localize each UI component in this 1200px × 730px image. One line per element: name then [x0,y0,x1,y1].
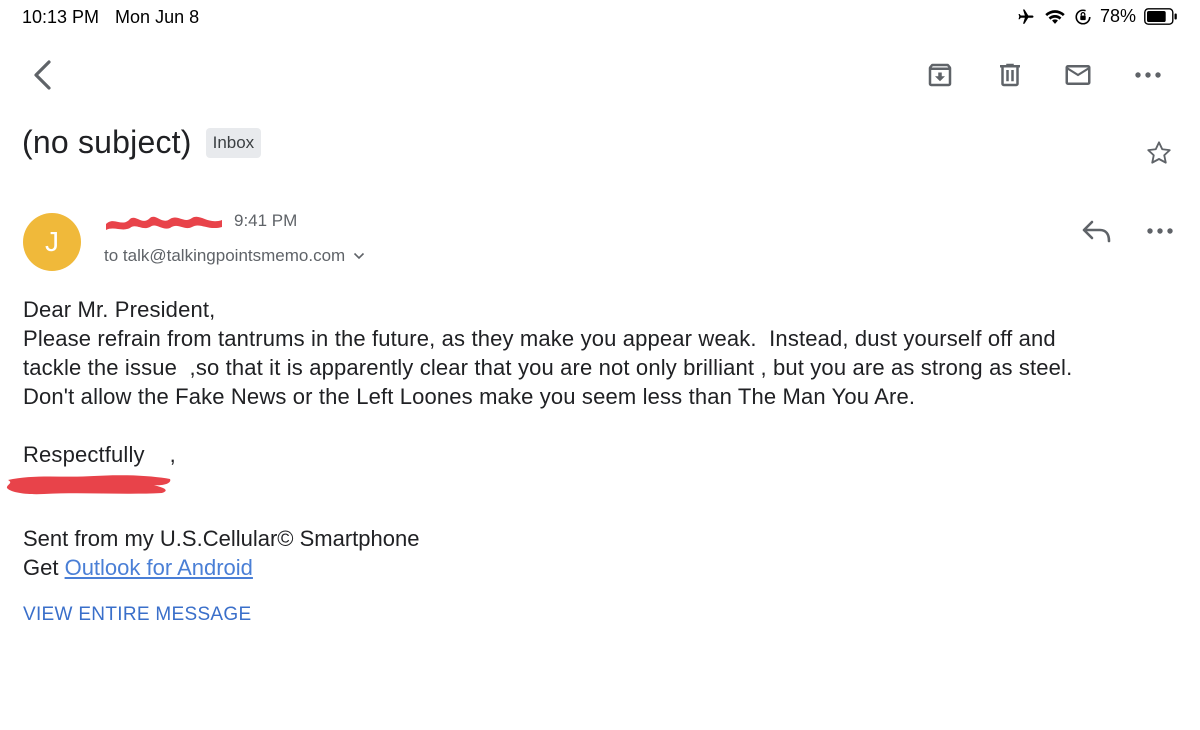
reply-button[interactable] [1080,216,1114,246]
star-icon [1147,141,1171,164]
message-time: 9:41 PM [234,211,298,230]
airplane-icon [1016,8,1036,26]
status-date: Mon Jun 8 [115,7,200,27]
email-signature: Sent from my U.S.Cellular© Smartphone Ge… [23,524,419,582]
sender-row: 9:41 PM [104,210,297,232]
mark-unread-button[interactable] [1060,58,1096,92]
redaction-mark [6,475,171,495]
recipient-details-toggle[interactable]: to talk@talkingpointsmemo.com [104,246,365,266]
delete-button[interactable] [992,58,1028,92]
message-body: Dear Mr. President, Please refrain from … [23,295,1183,469]
more-horizontal-icon [1147,228,1173,234]
message-subject: (no subject) [22,124,192,160]
body-greeting: Dear Mr. President, [23,297,216,322]
message-more-button[interactable] [1144,220,1176,242]
recipient-line: to talk@talkingpointsmemo.com [104,246,346,265]
more-horizontal-icon [1135,72,1161,78]
outlook-link[interactable]: Outlook for Android [65,555,253,580]
archive-icon [928,63,952,87]
mark-unread-icon [1065,65,1091,85]
get-prefix: Get [23,555,65,580]
toolbar [0,50,1200,100]
star-button[interactable] [1144,138,1174,168]
status-left: 10:13 PM Mon Jun 8 [22,7,199,28]
back-button[interactable] [26,56,60,94]
view-entire-message-link[interactable]: VIEW ENTIRE MESSAGE [23,604,251,626]
inbox-label-chip[interactable]: Inbox [205,127,262,158]
trash-icon [1000,63,1020,87]
body-closing: Respectfully , [23,442,176,467]
archive-button[interactable] [922,58,958,92]
redaction-mark [106,216,222,230]
reply-icon [1082,220,1111,243]
body-line: Don't allow the Fake News or the Left Lo… [23,384,916,409]
body-line: tackle the issue ,so that it is apparent… [23,355,1073,380]
subject-row: (no subject) Inbox [22,124,262,161]
sender-avatar[interactable]: J [23,213,81,271]
chevron-down-icon [354,252,365,260]
back-arrow-icon [34,60,51,90]
status-bar: 10:13 PM Mon Jun 8 78% [0,0,1200,34]
more-options-button[interactable] [1130,58,1166,92]
status-time: 10:13 PM [22,7,100,27]
rotation-lock-icon [1074,8,1092,26]
sent-from-line: Sent from my U.S.Cellular© Smartphone [23,526,420,551]
body-line: Please refrain from tantrums in the futu… [23,326,1056,351]
get-app-line: Get Outlook for Android [23,553,419,582]
battery-icon [1144,8,1178,25]
battery-percent: 78% [1099,6,1136,26]
wifi-icon [1044,8,1066,25]
status-right: 78% [1016,6,1178,27]
